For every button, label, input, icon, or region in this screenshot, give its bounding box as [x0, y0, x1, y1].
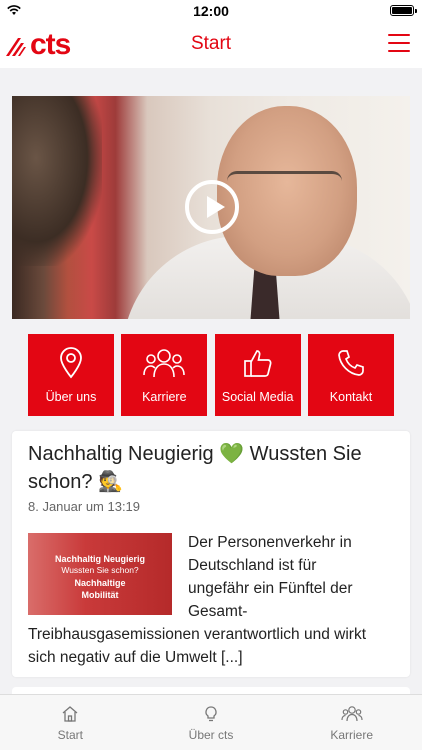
tab-bar: Start Über cts Karriere — [0, 694, 422, 750]
tile-social-media[interactable]: Social Media — [214, 334, 301, 416]
post-title[interactable]: Nachhaltig Neugierig 💚 Wussten Sie schon… — [28, 440, 388, 496]
status-bar: 12:00 — [0, 0, 422, 22]
tile-karriere[interactable]: Karriere — [121, 334, 208, 416]
play-icon[interactable] — [185, 180, 239, 234]
lightbulb-icon — [205, 706, 217, 722]
post-date: 8. Januar um 13:19 — [28, 499, 141, 514]
tab-ueber-cts[interactable]: Über cts — [141, 695, 282, 750]
tab-label: Start — [57, 728, 83, 742]
location-pin-icon — [58, 346, 84, 380]
battery-icon — [390, 5, 417, 16]
home-icon — [62, 706, 78, 722]
hero-video[interactable] — [12, 96, 410, 319]
tab-karriere[interactable]: Karriere — [281, 695, 422, 750]
phone-icon — [336, 346, 366, 380]
menu-icon[interactable] — [388, 34, 410, 52]
tile-label: Karriere — [142, 390, 187, 404]
quick-links: Über uns Karriere Social Media Kontakt — [28, 334, 394, 416]
tile-label: Über uns — [45, 390, 97, 404]
status-time: 12:00 — [193, 3, 229, 19]
tab-start[interactable]: Start — [0, 695, 141, 750]
news-card[interactable]: Nachhaltig Neugierig 💚 Wussten Sie schon… — [12, 431, 410, 677]
tile-label: Kontakt — [329, 390, 373, 404]
post-excerpt-wrap: Der Personenverkehr in Deutschland ist f… — [28, 531, 378, 669]
tab-label: Über cts — [188, 728, 234, 742]
people-group-icon — [143, 346, 186, 380]
tab-label: Karriere — [330, 728, 374, 742]
tile-label: Social Media — [221, 390, 294, 404]
tile-kontakt[interactable]: Kontakt — [307, 334, 394, 416]
page-title: Start — [190, 33, 232, 54]
tile-ueber-uns[interactable]: Über uns — [28, 334, 114, 416]
people-group-icon — [341, 706, 363, 722]
app-bar: cts Start — [0, 22, 422, 68]
thumbs-up-icon — [243, 346, 273, 380]
